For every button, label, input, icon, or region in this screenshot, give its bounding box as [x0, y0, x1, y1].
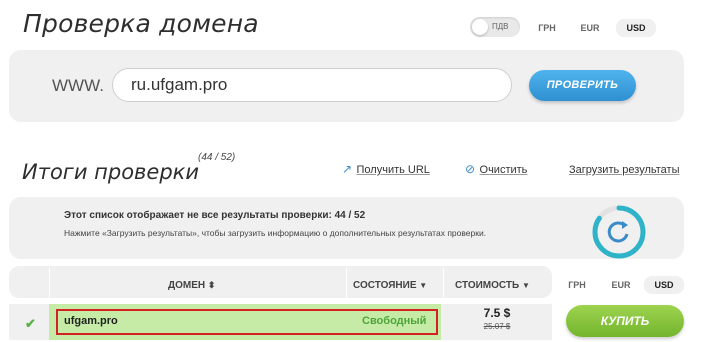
domain-input[interactable]	[112, 68, 512, 102]
check-icon[interactable]: ✔	[25, 316, 36, 332]
buy-button[interactable]: КУПИТЬ	[566, 305, 684, 337]
www-prefix: WWW.	[52, 76, 104, 95]
load-results-label: Загрузить результаты	[569, 164, 680, 176]
dropdown-icon: ▼	[521, 281, 530, 290]
row-domain: ufgam.pro	[64, 315, 118, 327]
header-separator	[49, 268, 50, 298]
column-domain[interactable]: ДОМЕН ⬍	[168, 280, 215, 291]
dropdown-icon: ▼	[419, 281, 428, 290]
row-price: 7.5 $	[483, 306, 511, 320]
column-domain-label: ДОМЕН	[168, 280, 206, 291]
load-results-link[interactable]: Загрузить результаты	[569, 160, 679, 178]
vat-label: ПДВ	[492, 22, 509, 31]
toggle-knob	[472, 19, 488, 35]
clear-label: Очистить	[479, 164, 528, 176]
currency-usd[interactable]: USD	[616, 19, 656, 37]
results-count: (44 / 52)	[198, 152, 236, 163]
header-separator	[346, 268, 347, 298]
table-currency-eur[interactable]: EUR	[606, 280, 636, 290]
column-status[interactable]: СОСТОЯНИЕ ▼	[353, 280, 427, 291]
currency-eur[interactable]: EUR	[575, 23, 605, 33]
table-currency-uah[interactable]: ГРН	[562, 280, 592, 290]
check-button[interactable]: ПРОВЕРИТЬ	[529, 70, 636, 101]
get-url-label: Получить URL	[356, 164, 430, 176]
results-title: Итоги проверки	[22, 160, 200, 184]
currency-uah[interactable]: ГРН	[532, 23, 562, 33]
clear-icon: ⊘	[465, 162, 476, 176]
row-old-price: 25.07 $	[483, 322, 511, 331]
external-link-icon: ↗	[342, 162, 353, 176]
notice-line1: Этот список отображает не все результаты…	[64, 210, 366, 221]
progress-ring	[592, 205, 646, 259]
row-status: Свободный	[362, 315, 427, 327]
column-status-label: СОСТОЯНИЕ	[353, 280, 417, 291]
notice-line2: Нажмите «Загрузить результаты», чтобы за…	[64, 228, 487, 238]
page-title: Проверка домена	[23, 9, 259, 38]
column-cost-label: СТОИМОСТЬ	[455, 280, 520, 291]
refresh-icon	[607, 221, 629, 243]
header-separator	[443, 268, 444, 298]
vat-toggle[interactable]: ПДВ	[470, 17, 520, 37]
column-cost[interactable]: СТОИМОСТЬ ▼	[455, 280, 530, 291]
table-currency-usd[interactable]: USD	[644, 276, 684, 294]
sort-icon: ⬍	[207, 280, 216, 290]
clear-link[interactable]: ⊘ Очистить	[465, 160, 527, 178]
get-url-link[interactable]: ↗ Получить URL	[342, 160, 430, 178]
